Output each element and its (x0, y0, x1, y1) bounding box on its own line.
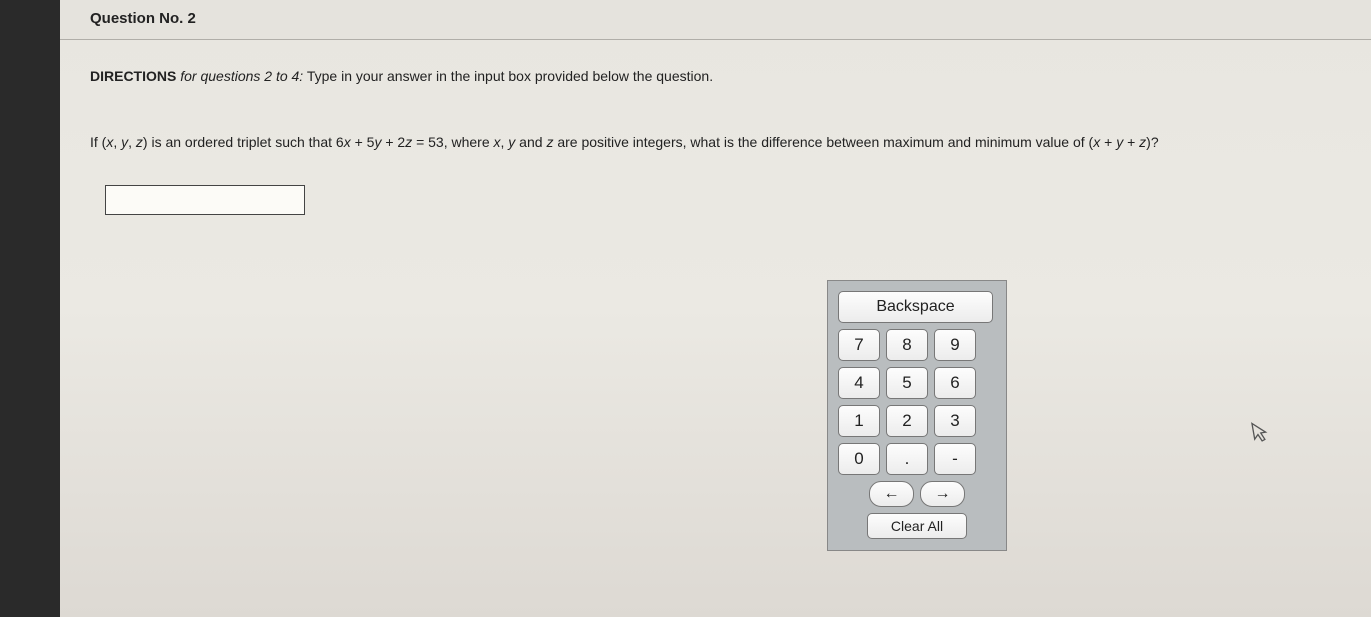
directions-text: Type in your answer in the input box pro… (303, 68, 713, 84)
left-sidebar-strip (0, 0, 60, 617)
cursor-icon (1249, 418, 1274, 450)
q-text: are positive integers, what is the diffe… (553, 134, 1093, 150)
q-text: + (1123, 134, 1139, 150)
directions-range: for questions 2 to 4: (176, 68, 303, 84)
q-text: )? (1146, 134, 1158, 150)
arrow-right-button[interactable]: → (920, 481, 965, 507)
clear-all-button[interactable]: Clear All (867, 513, 967, 539)
numeric-keypad: Backspace 7 8 9 4 5 6 1 2 3 0 . - ← → Cl… (827, 280, 1007, 551)
q-text: = 53, where (412, 134, 493, 150)
q-var: x (344, 134, 351, 150)
key-2-button[interactable]: 2 (886, 405, 928, 437)
key-4-button[interactable]: 4 (838, 367, 880, 399)
answer-input[interactable] (105, 185, 305, 215)
q-text: + 2 (381, 134, 405, 150)
content-area: Question No. 2 DIRECTIONS for questions … (60, 0, 1371, 617)
q-text: and (515, 134, 546, 150)
q-text: + (1100, 134, 1116, 150)
arrow-left-button[interactable]: ← (869, 481, 914, 507)
key-5-button[interactable]: 5 (886, 367, 928, 399)
q-text: If ( (90, 134, 106, 150)
q-text: + 5 (351, 134, 375, 150)
key-dot-button[interactable]: . (886, 443, 928, 475)
backspace-button[interactable]: Backspace (838, 291, 993, 323)
key-7-button[interactable]: 7 (838, 329, 880, 361)
key-6-button[interactable]: 6 (934, 367, 976, 399)
key-3-button[interactable]: 3 (934, 405, 976, 437)
key-minus-button[interactable]: - (934, 443, 976, 475)
key-8-button[interactable]: 8 (886, 329, 928, 361)
q-text: ) is an ordered triplet such that 6 (143, 134, 344, 150)
directions-label: DIRECTIONS (90, 68, 176, 84)
key-0-button[interactable]: 0 (838, 443, 880, 475)
key-1-button[interactable]: 1 (838, 405, 880, 437)
question-text: If (x, y, z) is an ordered triplet such … (60, 84, 1371, 153)
q-var: z (136, 134, 143, 150)
key-9-button[interactable]: 9 (934, 329, 976, 361)
question-header: Question No. 2 (60, 0, 1371, 40)
q-text: , (113, 134, 121, 150)
q-var: x (494, 134, 501, 150)
q-text: , (128, 134, 136, 150)
directions: DIRECTIONS for questions 2 to 4: Type in… (60, 40, 1371, 84)
